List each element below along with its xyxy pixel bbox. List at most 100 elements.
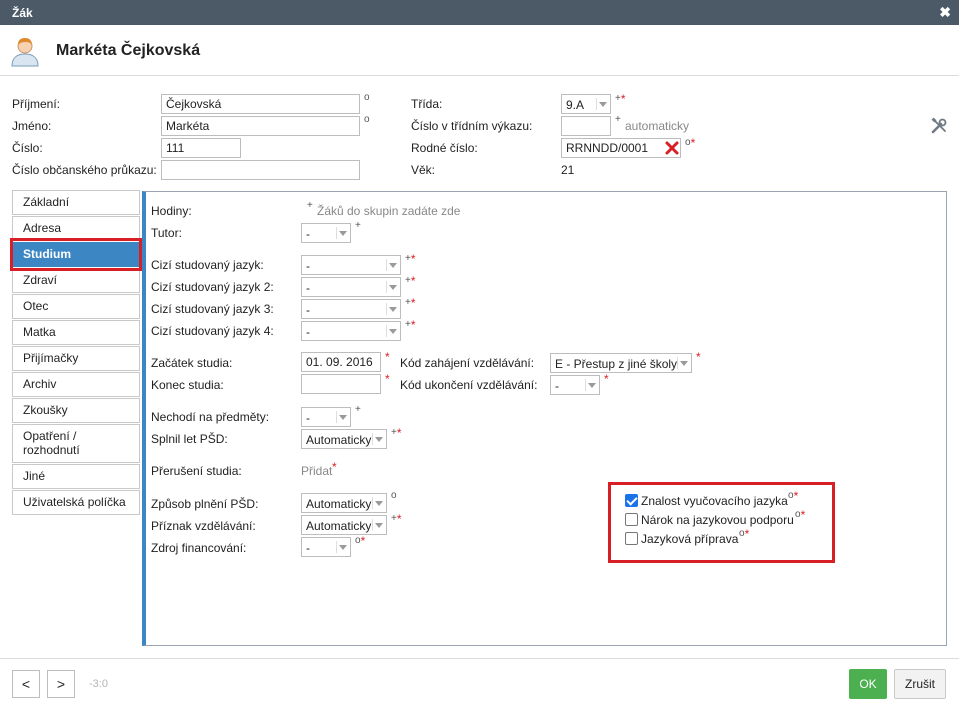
rc-input[interactable]: RRNNDD/0001: [561, 138, 681, 158]
kod-zahajeni-select[interactable]: E - Přestup z jiné školy: [550, 353, 692, 373]
tab-archiv[interactable]: Archiv: [12, 372, 140, 397]
chevron-down-icon: [339, 545, 347, 550]
jazyk2-select[interactable]: -: [301, 277, 401, 297]
splnil-marker: +*: [391, 426, 402, 440]
kod-ukonceni-label: Kód ukončení vzdělávání:: [400, 378, 538, 392]
student-name: Markéta Čejkovská: [56, 42, 201, 59]
vykaz-marker: +: [615, 114, 621, 125]
jazyk1-select[interactable]: -: [301, 255, 401, 275]
trida-label: Třída:: [411, 97, 443, 111]
window-title: Žák: [12, 6, 33, 20]
priznak-marker: +*: [391, 512, 402, 526]
konec-label: Konec studia:: [151, 378, 224, 392]
tab-zkousky[interactable]: Zkoušky: [12, 398, 140, 423]
hodiny-label: Hodiny:: [151, 204, 192, 218]
zpusob-select[interactable]: Automaticky: [301, 493, 387, 513]
preruseni-label: Přerušení studia:: [151, 464, 242, 478]
jmeno-input[interactable]: Markéta: [161, 116, 360, 136]
preruseni-marker: *: [332, 460, 337, 474]
preruseni-add-link[interactable]: Přidat: [301, 464, 332, 478]
vykaz-hint: automaticky: [625, 119, 690, 133]
jmeno-marker: o: [364, 114, 370, 125]
student-header: Markéta Čejkovská: [0, 25, 959, 76]
chevron-down-icon: [389, 263, 397, 268]
prijmeni-label: Příjmení:: [12, 97, 61, 111]
user-avatar-icon: [11, 38, 39, 67]
splnil-select[interactable]: Automaticky: [301, 429, 387, 449]
trida-value: 9.A: [566, 98, 585, 112]
chevron-down-icon: [588, 383, 596, 388]
priznak-select[interactable]: Automaticky: [301, 515, 387, 535]
highlight-box-tab: [10, 238, 142, 271]
jmeno-label: Jméno:: [12, 119, 52, 133]
hodiny-link[interactable]: Žáků do skupin zadáte zde: [317, 204, 460, 218]
zdroj-select[interactable]: -: [301, 537, 351, 557]
splnil-label: Splnil let PŠD:: [151, 432, 228, 446]
rc-label: Rodné číslo:: [411, 141, 478, 155]
highlight-box-checkboxes: [608, 482, 835, 563]
tab-jine[interactable]: Jiné: [12, 464, 140, 489]
vek-label: Věk:: [411, 163, 436, 177]
delete-x-icon[interactable]: [664, 140, 680, 156]
tab-matka[interactable]: Matka: [12, 320, 140, 345]
tab-zakladni[interactable]: Základní: [12, 190, 140, 215]
jazyk4-marker: +*: [405, 318, 416, 332]
jazyk1-marker: +*: [405, 252, 416, 266]
cislo-input[interactable]: 111: [161, 138, 241, 158]
jazyk4-label: Cizí studovaný jazyk 4:: [151, 324, 274, 338]
prijmeni-marker: o: [364, 92, 370, 103]
next-button[interactable]: >: [47, 670, 75, 698]
tools-icon[interactable]: [930, 117, 948, 135]
zacatek-marker: *: [385, 350, 390, 364]
chevron-down-icon: [375, 501, 383, 506]
kod-zahajeni-marker: *: [696, 350, 701, 364]
jazyk3-label: Cizí studovaný jazyk 3:: [151, 302, 274, 316]
jazyk2-marker: +*: [405, 274, 416, 288]
vykaz-input[interactable]: [561, 116, 611, 136]
zpusob-label: Způsob plnění PŠD:: [151, 497, 259, 511]
kod-zahajeni-label: Kód zahájení vzdělávání:: [400, 356, 535, 370]
konec-input[interactable]: [301, 374, 381, 394]
chevron-down-icon: [599, 102, 607, 107]
tab-zdravi[interactable]: Zdraví: [12, 268, 140, 293]
tab-prijimacky[interactable]: Přijímačky: [12, 346, 140, 371]
jazyk4-select[interactable]: -: [301, 321, 401, 341]
vek-value: 21: [561, 163, 575, 177]
rc-marker: o*: [685, 136, 696, 150]
nechodi-marker: +: [355, 404, 361, 415]
cislo-label: Číslo:: [12, 141, 43, 155]
zacatek-input[interactable]: 01. 09. 2016: [301, 352, 381, 372]
chevron-down-icon: [389, 329, 397, 334]
chevron-down-icon: [389, 285, 397, 290]
hodiny-marker: +: [307, 200, 313, 211]
jazyk3-select[interactable]: -: [301, 299, 401, 319]
tutor-marker: +: [355, 220, 361, 231]
tutor-select[interactable]: -: [301, 223, 351, 243]
kod-ukonceni-marker: *: [604, 372, 609, 386]
zdroj-label: Zdroj financování:: [151, 541, 247, 555]
chevron-down-icon: [339, 415, 347, 420]
ok-button[interactable]: OK: [849, 669, 887, 699]
zpusob-marker: o: [391, 490, 397, 501]
close-icon[interactable]: ✖: [939, 4, 951, 21]
kod-ukonceni-select[interactable]: -: [550, 375, 600, 395]
tab-otec[interactable]: Otec: [12, 294, 140, 319]
window-titlebar: Žák ✖: [0, 0, 959, 25]
jazyk3-marker: +*: [405, 296, 416, 310]
tab-opatreni[interactable]: Opatření / rozhodnutí: [12, 424, 140, 463]
tab-uzivatelska-policka[interactable]: Uživatelská políčka: [12, 490, 140, 515]
chevron-down-icon: [680, 361, 688, 366]
priznak-label: Příznak vzdělávání:: [151, 519, 256, 533]
chevron-down-icon: [339, 231, 347, 236]
vykaz-label: Číslo v třídním výkazu:: [411, 119, 533, 133]
chevron-down-icon: [389, 307, 397, 312]
zacatek-label: Začátek studia:: [151, 356, 233, 370]
nechodi-select[interactable]: -: [301, 407, 351, 427]
prijmeni-input[interactable]: Čejkovská: [161, 94, 360, 114]
trida-select[interactable]: 9.A: [561, 94, 611, 114]
zdroj-marker: o*: [355, 534, 366, 548]
prev-button[interactable]: <: [12, 670, 40, 698]
cancel-button[interactable]: Zrušit: [894, 669, 946, 699]
op-input[interactable]: [161, 160, 360, 180]
jazyk2-label: Cizí studovaný jazyk 2:: [151, 280, 274, 294]
